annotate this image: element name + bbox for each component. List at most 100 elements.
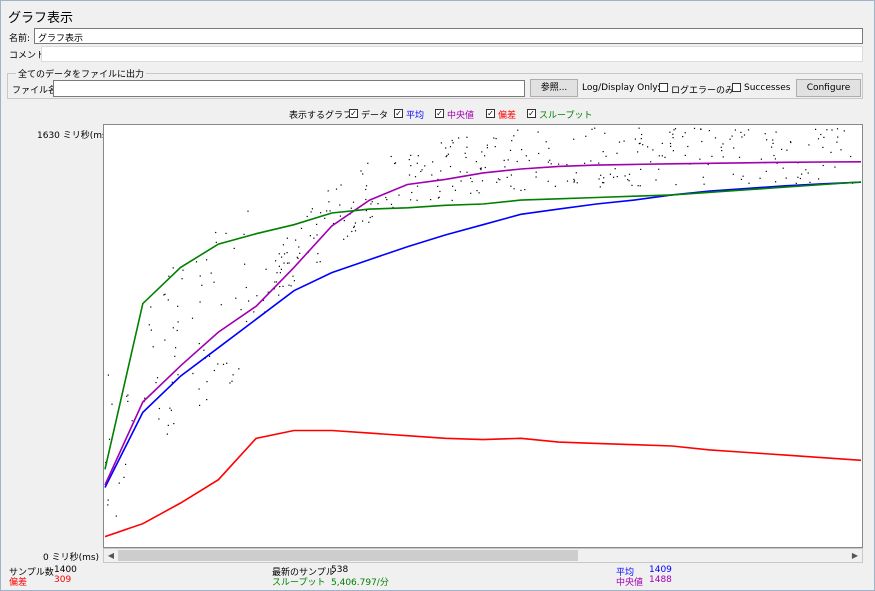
legend-checkbox-throughput[interactable]: ✓ — [527, 109, 536, 118]
sample-point — [497, 178, 499, 180]
sample-point — [445, 147, 447, 149]
comment-input[interactable] — [41, 46, 863, 62]
sample-point — [669, 131, 671, 133]
sample-point — [173, 423, 175, 425]
sample-point — [217, 363, 219, 365]
sample-point — [639, 185, 641, 187]
browse-button[interactable]: 参照... — [530, 79, 578, 97]
sample-point — [310, 211, 312, 213]
sample-point — [640, 138, 642, 140]
throughput-label: スループット — [272, 578, 326, 588]
sample-point — [449, 165, 452, 168]
sample-point — [503, 159, 505, 161]
sample-point — [150, 329, 152, 331]
sample-point — [782, 167, 784, 169]
configure-button[interactable]: Configure — [796, 79, 861, 97]
sample-point — [545, 141, 547, 143]
sample-point — [499, 179, 501, 181]
sample-point — [604, 132, 606, 134]
sample-point — [484, 155, 486, 157]
sample-point — [747, 129, 750, 131]
sample-point — [471, 181, 473, 183]
sample-point — [174, 355, 176, 357]
sample-point — [817, 138, 820, 140]
sample-point — [199, 404, 201, 406]
sample-point — [430, 199, 432, 201]
legend-title: 表示するグラフ — [289, 111, 353, 121]
sample-point — [594, 127, 596, 129]
sample-point — [815, 128, 817, 130]
median-label: 中央値 — [616, 578, 644, 588]
sample-point — [525, 155, 527, 157]
sample-point — [410, 154, 412, 156]
successes-checkbox[interactable] — [732, 83, 741, 92]
sample-point — [598, 162, 600, 164]
legend-checkbox-deviation[interactable]: ✓ — [486, 109, 495, 118]
sample-point — [702, 176, 704, 178]
sample-point — [278, 265, 280, 267]
sample-point — [360, 170, 362, 172]
sample-point — [672, 137, 674, 139]
window-title: グラフ表示 — [8, 11, 74, 26]
sample-point — [278, 294, 280, 296]
sample-point — [164, 293, 166, 295]
sample-point — [176, 329, 178, 332]
sample-point — [416, 185, 419, 187]
sample-point — [367, 162, 369, 164]
sample-point — [506, 176, 508, 178]
sample-point — [520, 189, 522, 191]
sample-point — [206, 381, 208, 383]
sample-point — [240, 309, 242, 311]
scrollbar-thumb[interactable] — [118, 550, 578, 561]
filename-input[interactable] — [53, 80, 525, 97]
sample-point — [602, 182, 604, 184]
sample-point — [650, 161, 652, 163]
sample-point — [279, 286, 281, 288]
sample-point — [158, 418, 160, 420]
sample-point — [484, 166, 486, 169]
sample-point — [447, 153, 449, 155]
sample-point — [118, 482, 120, 484]
name-input[interactable]: グラフ表示 — [34, 28, 863, 44]
sample-point — [451, 199, 453, 201]
scroll-left-icon[interactable]: ◀ — [104, 549, 118, 562]
sample-point — [843, 130, 845, 132]
series-lines — [104, 161, 862, 538]
scroll-right-icon[interactable]: ▶ — [848, 549, 862, 562]
sample-point — [319, 261, 321, 263]
graph-scrollbar[interactable]: ◀ ▶ — [103, 548, 863, 563]
errors-only-checkbox[interactable] — [659, 83, 668, 92]
sample-point — [573, 181, 575, 183]
sample-point — [107, 504, 109, 506]
sample-point — [328, 201, 330, 203]
sample-point — [510, 185, 512, 187]
sample-point — [166, 433, 168, 435]
sample-point — [191, 317, 194, 319]
sample-point — [511, 140, 513, 142]
sample-point — [764, 133, 766, 135]
sample-point — [386, 199, 388, 201]
sample-point — [664, 156, 666, 158]
sample-point — [306, 215, 308, 218]
graph-canvas[interactable] — [103, 124, 863, 548]
sample-point — [805, 169, 807, 171]
sample-point — [466, 136, 468, 138]
sample-point — [480, 169, 482, 171]
sample-point — [126, 395, 128, 397]
sample-point — [823, 136, 825, 138]
sample-point — [729, 138, 731, 140]
legend-checkbox-average[interactable]: ✓ — [394, 109, 403, 118]
sample-point — [371, 215, 373, 218]
sample-point — [831, 129, 833, 131]
sample-point — [672, 133, 674, 135]
sample-point — [640, 168, 642, 170]
sample-point — [300, 227, 303, 229]
graph-svg — [104, 127, 862, 538]
legend-checkbox-median[interactable]: ✓ — [435, 109, 444, 118]
legend-checkbox-data[interactable]: ✓ — [349, 109, 358, 118]
sample-point — [320, 212, 322, 214]
sample-point — [316, 223, 318, 225]
sample-point — [362, 173, 364, 175]
sample-point — [288, 262, 290, 264]
sample-point — [548, 147, 550, 149]
